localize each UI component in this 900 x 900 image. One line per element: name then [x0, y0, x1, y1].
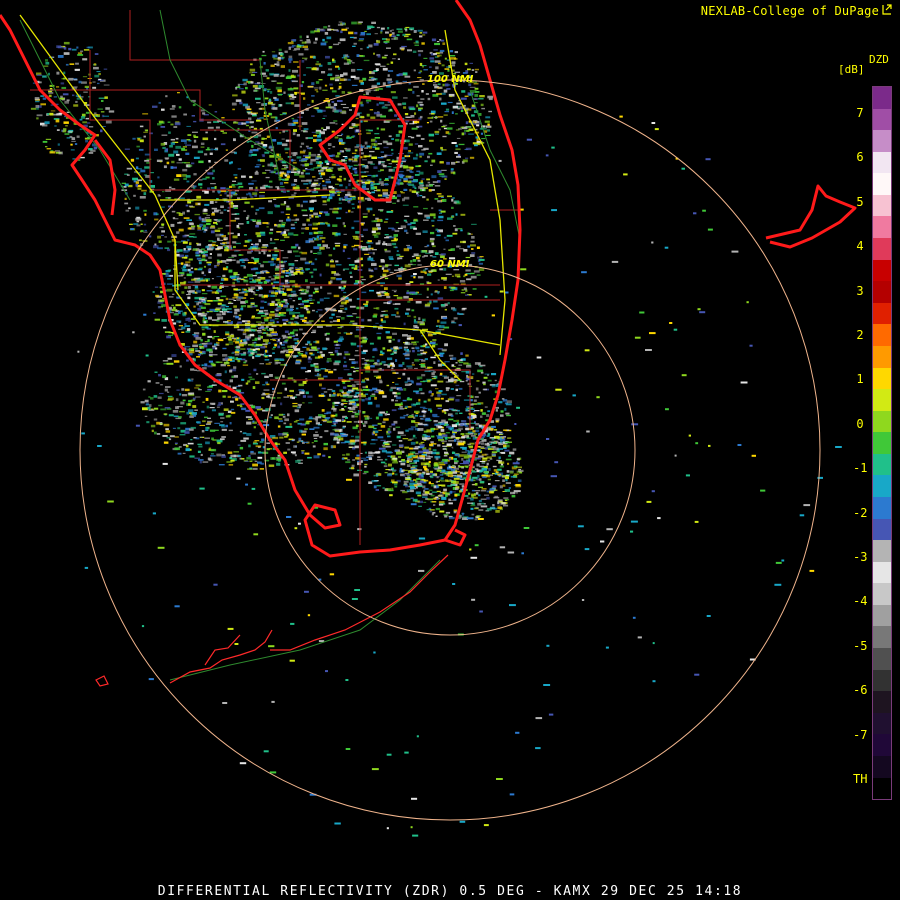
- legend-tick-label: TH: [853, 772, 868, 786]
- color-scale-swatch: [873, 216, 891, 239]
- color-scale-swatch: [873, 540, 891, 562]
- color-scale-swatch: [873, 130, 891, 152]
- color-scale-swatch: [873, 712, 891, 735]
- legend-unit-label: [dB]: [838, 63, 865, 76]
- legend-tick-label: -7: [853, 727, 868, 742]
- legend-tick-label: 2: [856, 328, 864, 342]
- color-scale-swatch: [873, 173, 891, 195]
- legend-tick-label: 1: [856, 372, 864, 387]
- color-scale-bar: [872, 86, 892, 800]
- legend-tick-label: -5: [853, 638, 868, 653]
- color-scale-swatch: [873, 151, 891, 174]
- legend-tick-label: -4: [853, 594, 868, 609]
- color-scale-swatch: [873, 108, 891, 131]
- product-caption: DIFFERENTIAL REFLECTIVITY (ZDR) 0.5 DEG …: [157, 884, 743, 899]
- color-scale-swatch: [873, 518, 891, 541]
- radar-site-marker: [447, 447, 453, 453]
- color-scale-swatch: [873, 432, 891, 454]
- credit-label: NEXLAB-College of DuPage: [700, 4, 879, 18]
- color-scale-swatch: [873, 734, 891, 756]
- florida-keys: [95, 554, 449, 687]
- color-scale-swatch: [873, 324, 891, 346]
- color-scale-swatch: [873, 648, 891, 670]
- color-scale-swatch: [873, 345, 891, 368]
- color-scale-swatch: [873, 302, 891, 325]
- color-scale-swatch: [873, 475, 891, 497]
- color-scale-swatch: [873, 259, 891, 282]
- range-ring-label-60: 60 NMI: [430, 259, 470, 270]
- legend-tick-label: 0: [856, 416, 864, 431]
- legend-tick-label: 5: [856, 194, 864, 209]
- radar-echoes: [30, 21, 842, 837]
- color-scale-swatch: [873, 410, 891, 433]
- legend-product-label: DZD: [869, 53, 889, 66]
- color-scale-swatch: [873, 87, 891, 109]
- color-scale-swatch: [873, 626, 891, 649]
- color-scale-swatch: [873, 194, 891, 217]
- color-scale-swatch: [873, 496, 891, 519]
- legend-tick-label: 4: [856, 239, 864, 254]
- credit-text: NEXLAB-College of DuPage: [701, 4, 892, 18]
- color-scale-swatch: [873, 453, 891, 476]
- range-ring-label-100: 100 NMI: [427, 74, 474, 85]
- radar-map: 60 NMI 100 NMI: [0, 0, 857, 837]
- external-link-icon[interactable]: [882, 4, 892, 18]
- color-scale-swatch: [873, 281, 891, 303]
- legend-tick-label: -6: [853, 683, 868, 698]
- color-scale-swatch: [873, 604, 891, 627]
- color-scale-swatch: [873, 389, 891, 411]
- color-scale-swatch: [873, 755, 891, 778]
- color-scale-swatch: [873, 777, 891, 800]
- color-scale-swatch: [873, 561, 891, 584]
- legend-tick-label: -3: [853, 550, 868, 564]
- legend-tick-label: 6: [856, 150, 864, 165]
- color-scale-swatch: [873, 691, 891, 713]
- legend-tick-label: 3: [856, 283, 864, 298]
- legend-tick-label: -1: [853, 461, 868, 476]
- color-scale-swatch: [873, 669, 891, 692]
- color-scale-swatch: [873, 367, 891, 390]
- legend-tick-label: 7: [856, 106, 864, 120]
- color-scale-swatch: [873, 583, 891, 605]
- legend-tick-label: -2: [853, 505, 868, 520]
- color-scale-swatch: [873, 238, 891, 260]
